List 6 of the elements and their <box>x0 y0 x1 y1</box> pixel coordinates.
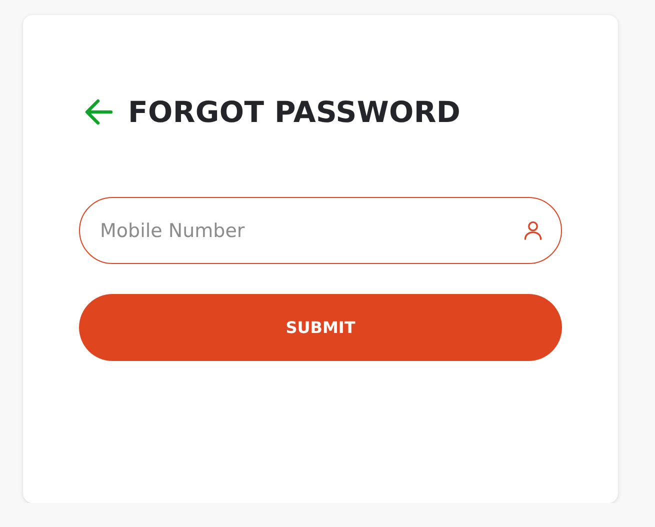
mobile-number-field[interactable]: Mobile Number <box>79 197 562 264</box>
page-title: FORGOT PASSWORD <box>128 95 461 129</box>
arrow-left-icon <box>84 97 114 127</box>
back-button[interactable] <box>84 97 114 127</box>
submit-button[interactable]: SUBMIT <box>79 294 562 361</box>
user-icon <box>522 219 544 241</box>
